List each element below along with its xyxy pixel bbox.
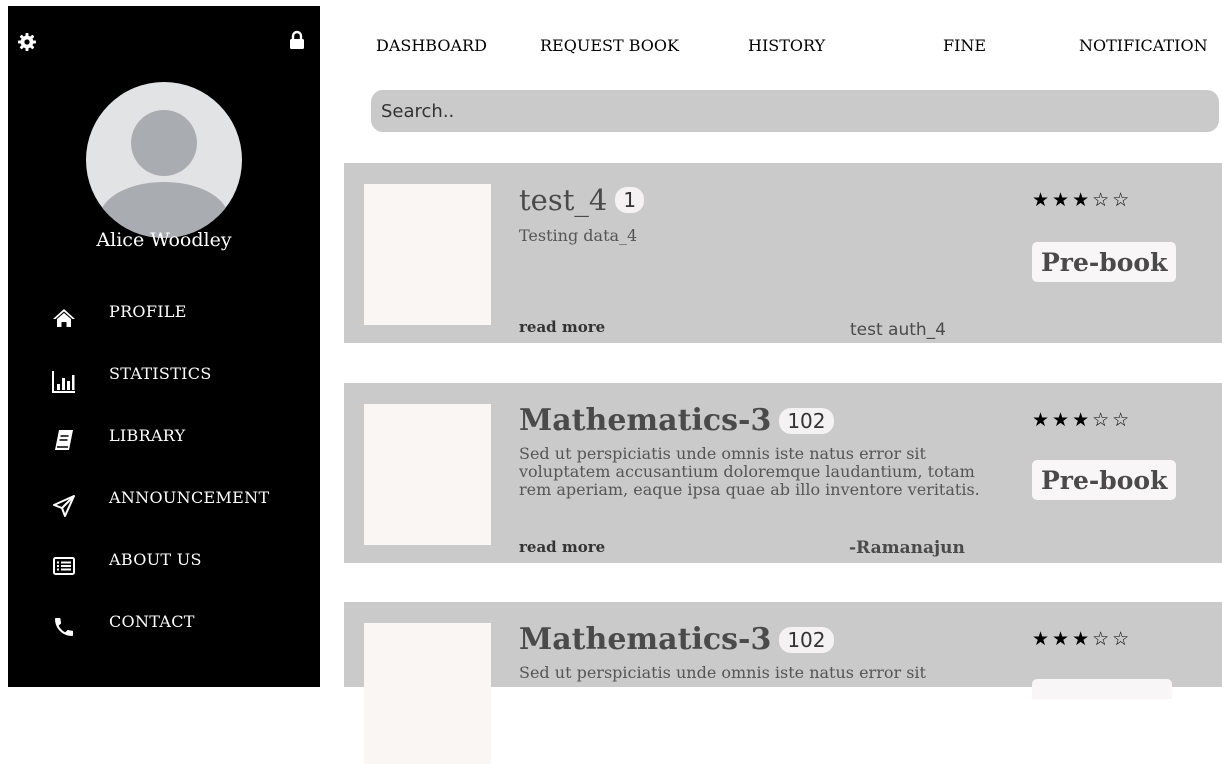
book-author: -Ramanajun (849, 538, 965, 558)
sidebar-item-label: ABOUT US (109, 550, 202, 569)
nav-request-book[interactable]: REQUEST BOOK (540, 36, 679, 55)
book-count-badge: 102 (779, 407, 834, 434)
book-card: Mathematics-3 102 Sed ut perspiciatis un… (344, 602, 1222, 764)
nav-dashboard[interactable]: DASHBOARD (376, 36, 487, 55)
user-name: Alice Woodley (96, 229, 232, 251)
paper-plane-icon (53, 495, 75, 517)
star-rating[interactable]: ★★★☆☆ (1032, 409, 1132, 431)
book-card: test_4 1 Testing data_4 read more test a… (344, 163, 1222, 343)
pre-book-button-partial[interactable] (1032, 679, 1172, 699)
read-more-link[interactable]: read more (519, 318, 605, 336)
book-title: test_4 (519, 183, 608, 217)
book-thumbnail (364, 623, 491, 764)
list-alt-icon (53, 557, 75, 575)
home-icon (53, 309, 75, 327)
lock-icon[interactable] (289, 30, 305, 50)
gear-icon[interactable] (18, 33, 36, 51)
nav-history[interactable]: HISTORY (748, 36, 825, 55)
book-thumbnail (364, 404, 491, 545)
book-title-row: test_4 1 (519, 183, 645, 217)
phone-icon (55, 618, 73, 636)
sidebar-item-statistics[interactable]: STATISTICS (8, 364, 320, 412)
star-rating[interactable]: ★★★☆☆ (1032, 189, 1132, 211)
sidebar-item-about-us[interactable]: ABOUT US (8, 550, 320, 598)
book-title-row: Mathematics-3 102 (519, 403, 834, 438)
book-title: Mathematics-3 (519, 622, 772, 657)
sidebar-item-label: CONTACT (109, 612, 195, 631)
sidebar-item-library[interactable]: LIBRARY (8, 426, 320, 474)
sidebar-item-label: LIBRARY (109, 426, 186, 445)
pre-book-button[interactable]: Pre-book (1032, 242, 1177, 282)
book-author: test auth_4 (850, 320, 946, 340)
sidebar-item-label: STATISTICS (109, 364, 212, 383)
book-icon (55, 430, 73, 450)
nav-notification[interactable]: NOTIFICATION (1079, 36, 1208, 55)
pre-book-button[interactable]: Pre-book (1032, 460, 1177, 500)
book-description: Sed ut perspiciatis unde omnis iste natu… (519, 444, 980, 499)
book-title-row: Mathematics-3 102 (519, 622, 834, 657)
sidebar-item-label: ANNOUNCEMENT (109, 488, 270, 507)
book-count-badge: 1 (615, 187, 645, 213)
book-description: Sed ut perspiciatis unde omnis iste natu… (519, 663, 926, 682)
sidebar-item-announcement[interactable]: ANNOUNCEMENT (8, 488, 320, 536)
read-more-link[interactable]: read more (519, 538, 605, 556)
book-card: Mathematics-3 102 Sed ut perspiciatis un… (344, 383, 1222, 563)
sidebar-item-label: PROFILE (109, 302, 187, 321)
sidebar-item-profile[interactable]: PROFILE (8, 302, 320, 350)
book-thumbnail (364, 184, 491, 325)
book-count-badge: 102 (779, 626, 834, 653)
avatar (86, 82, 242, 238)
book-description: Testing data_4 (519, 226, 638, 245)
search-input[interactable] (371, 90, 1219, 132)
sidebar-item-contact[interactable]: CONTACT (8, 612, 320, 660)
user-silhouette-icon (100, 110, 228, 238)
nav-fine[interactable]: FINE (943, 36, 986, 55)
star-rating[interactable]: ★★★☆☆ (1032, 628, 1132, 650)
sidebar: Alice Woodley PROFILE STATISTICS LIBRARY (8, 6, 320, 687)
book-title: Mathematics-3 (519, 403, 772, 438)
bar-chart-icon (52, 371, 75, 393)
